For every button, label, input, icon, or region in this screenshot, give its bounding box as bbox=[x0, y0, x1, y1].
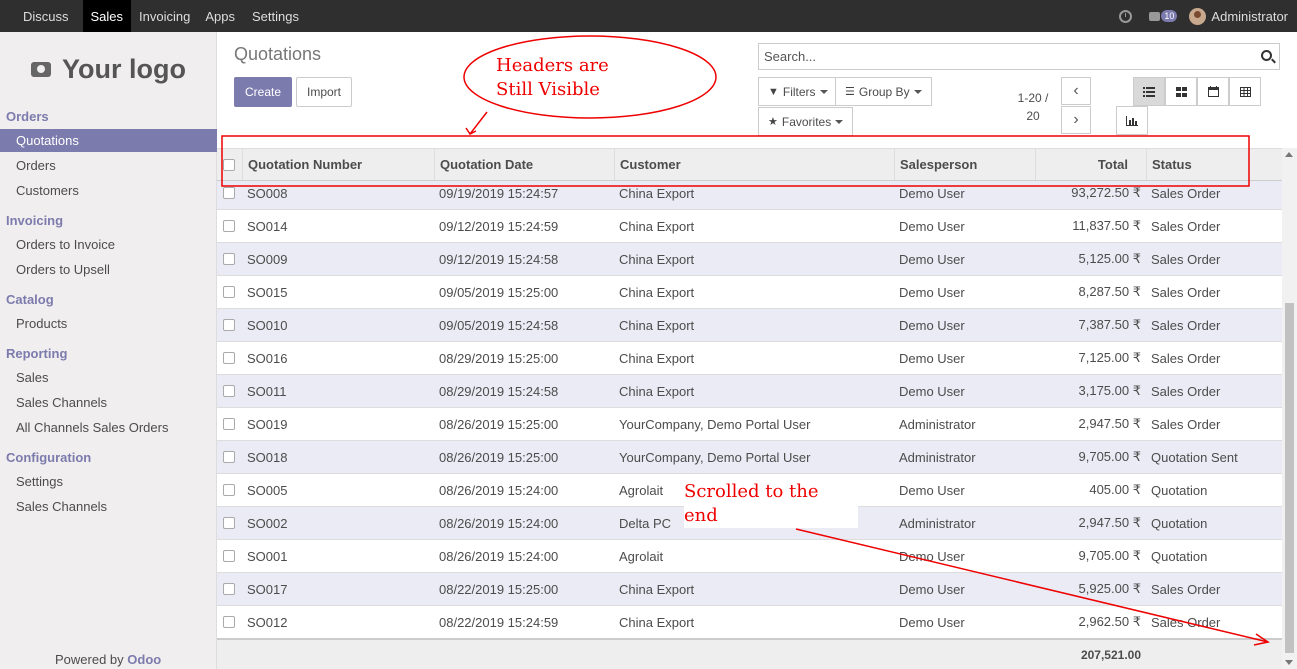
annotation-line-1: Headers are bbox=[496, 55, 609, 76]
annotation-arrow-down bbox=[795, 528, 1269, 643]
annotation-line-2: Still Visible bbox=[496, 79, 600, 100]
annotation-header-box bbox=[221, 135, 1250, 187]
annotation-scrolled: Scrolled to the end bbox=[684, 480, 858, 528]
annotation-arrow-up bbox=[469, 111, 488, 135]
annotation-overlay bbox=[221, 35, 1270, 646]
annotation-headers-visible: Headers are Still Visible bbox=[496, 54, 627, 100]
